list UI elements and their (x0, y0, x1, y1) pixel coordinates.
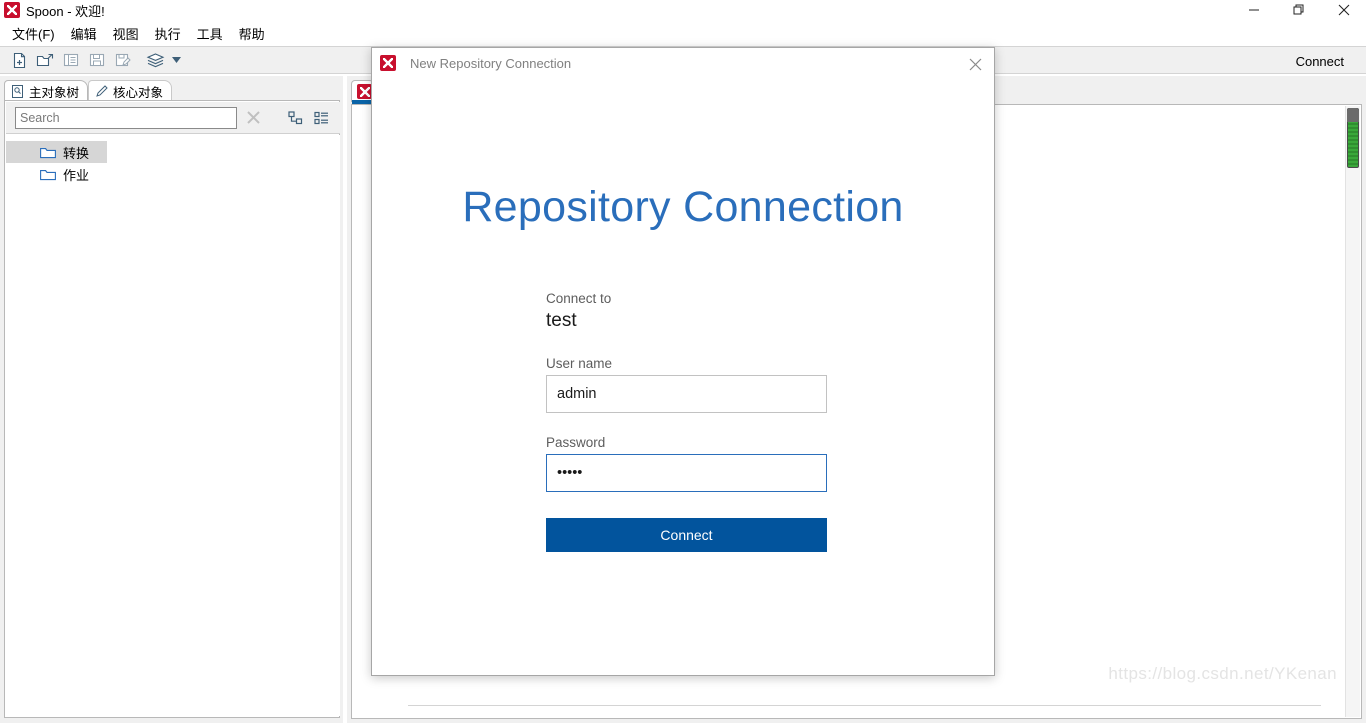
menu-item-help[interactable]: 帮助 (231, 22, 273, 45)
layers-icon[interactable] (142, 47, 168, 73)
menu-item-file[interactable]: 文件(F) (4, 22, 63, 45)
new-repository-connection-dialog: New Repository Connection Repository Con… (371, 47, 995, 676)
welcome-footer: hitachivantara.com Visit us › (408, 705, 1321, 718)
search-row (6, 102, 340, 134)
dialog-title: New Repository Connection (410, 55, 572, 71)
watermark-text: https://blog.csdn.net/YKenan (1108, 664, 1337, 683)
repository-connection-form: Connect to test User name Password Conne… (546, 291, 827, 552)
restore-icon[interactable] (1276, 0, 1321, 20)
left-panel-body: 转换 作业 (4, 100, 340, 718)
spoon-application-window: Spoon - 欢迎! 文件(F) 编辑 视图 执行 工具 帮助 Connect… (0, 0, 1366, 723)
open-file-icon[interactable] (32, 47, 58, 73)
clear-x-icon[interactable] (241, 106, 265, 130)
list-view-icon[interactable] (309, 106, 333, 130)
connect-to-value: test (546, 310, 577, 331)
connect-button[interactable]: Connect (546, 518, 827, 552)
window-titlebar: Spoon - 欢迎! (0, 0, 1366, 20)
menu-item-edit[interactable]: 编辑 (63, 22, 105, 45)
new-file-icon[interactable] (6, 47, 32, 73)
pencil-icon (95, 84, 108, 98)
username-input[interactable] (546, 375, 827, 413)
close-icon[interactable] (1321, 0, 1366, 20)
tab-label: 主对象树 (29, 85, 80, 100)
spoon-icon (380, 55, 396, 71)
tree-node-transformations[interactable]: 转换 (6, 141, 108, 163)
left-panel: 主对象树 核心对象 Search 转换 作业 (0, 76, 343, 723)
username-label: User name (546, 356, 613, 371)
window-controls (1231, 0, 1366, 20)
spoon-tab-icon (356, 84, 372, 99)
dialog-heading: Repository Connection (462, 183, 904, 231)
minimize-icon[interactable] (1231, 0, 1276, 20)
object-tree: 转换 作业 (6, 135, 340, 716)
folder-icon (40, 168, 56, 181)
menu-item-tools[interactable]: 工具 (189, 22, 231, 45)
tab-main-object-tree[interactable]: 主对象树 (4, 80, 89, 101)
search-input[interactable] (15, 106, 237, 129)
document-tree-icon (11, 84, 24, 98)
tree-node-label: 作业 (63, 167, 90, 183)
collapse-tree-icon[interactable] (283, 106, 307, 130)
password-input[interactable] (546, 454, 827, 492)
left-panel-tabs: 主对象树 核心对象 (4, 80, 340, 101)
folder-icon (40, 146, 56, 159)
menu-item-view[interactable]: 视图 (105, 22, 147, 45)
connect-to-label: Connect to (546, 291, 612, 306)
tree-node-jobs[interactable]: 作业 (6, 163, 89, 185)
close-icon[interactable] (962, 53, 988, 75)
explorer-icon[interactable] (58, 47, 84, 73)
tree-node-label: 转换 (63, 145, 90, 161)
tab-core-objects[interactable]: 核心对象 (88, 80, 173, 101)
scrollbar-thumb-cap[interactable] (1347, 108, 1359, 122)
vertical-scrollbar[interactable] (1345, 106, 1360, 717)
save-icon[interactable] (84, 47, 110, 73)
toolbar-right-group: Connect (1296, 47, 1366, 75)
spoon-icon (4, 2, 20, 18)
menu-item-run[interactable]: 执行 (147, 22, 189, 45)
connect-repository-button[interactable]: Connect (1296, 54, 1344, 69)
dialog-titlebar: New Repository Connection (372, 48, 994, 78)
save-as-icon[interactable] (110, 47, 136, 73)
menubar: 文件(F) 编辑 视图 执行 工具 帮助 (0, 22, 1366, 44)
chevron-down-icon[interactable] (168, 47, 184, 73)
window-title: Spoon - 欢迎! (26, 3, 105, 19)
password-label: Password (546, 435, 606, 450)
tab-label: 核心对象 (113, 85, 164, 100)
